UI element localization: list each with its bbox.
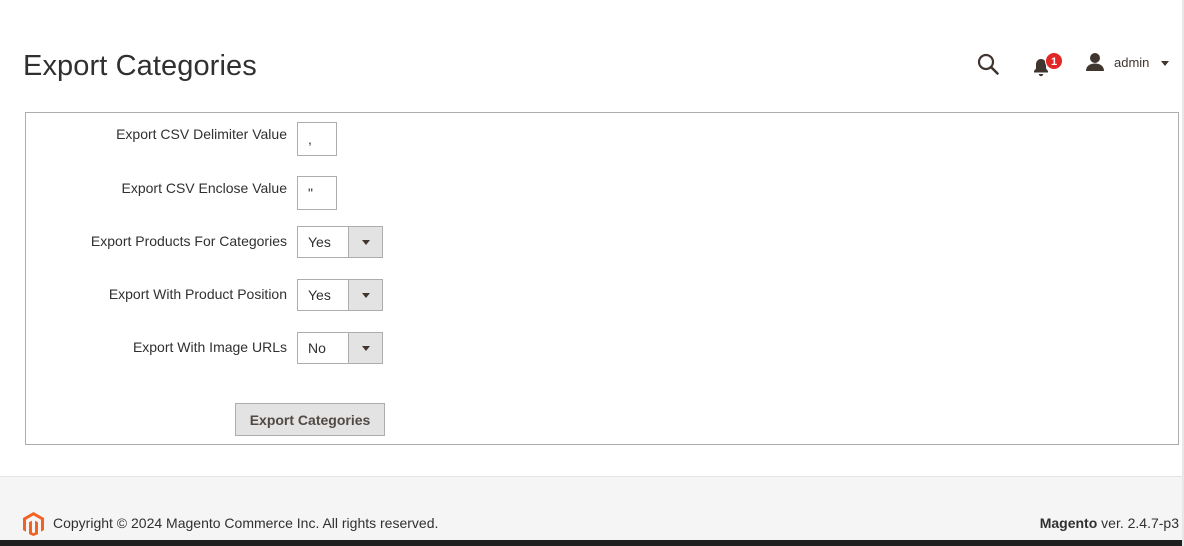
enclose-input[interactable]	[297, 176, 337, 210]
image-urls-label: Export With Image URLs	[132, 339, 287, 355]
product-position-label: Export With Product Position	[108, 286, 287, 302]
user-icon	[1086, 53, 1104, 71]
select-toggle[interactable]	[348, 227, 382, 257]
export-form-panel: Export CSV Delimiter Value Export CSV En…	[25, 112, 1179, 445]
chevron-down-icon	[362, 240, 370, 245]
select-value: No	[308, 340, 326, 356]
field-row-delimiter: Export CSV Delimiter Value	[26, 118, 1178, 156]
field-row-image-urls: Export With Image URLs No	[26, 331, 1178, 365]
select-toggle[interactable]	[348, 333, 382, 363]
field-row-enclose: Export CSV Enclose Value	[26, 172, 1178, 210]
select-value: Yes	[308, 234, 331, 250]
export-categories-button[interactable]: Export Categories	[235, 403, 385, 436]
page: Export Categories 1 admin Export CSV Del…	[0, 0, 1184, 546]
footer: Copyright © 2024 Magento Commerce Inc. A…	[0, 476, 1184, 540]
enclose-label: Export CSV Enclose Value	[121, 180, 288, 196]
products-for-categories-label: Export Products For Categories	[90, 233, 287, 249]
field-row-product-position: Export With Product Position Yes	[26, 278, 1178, 312]
delimiter-label: Export CSV Delimiter Value	[116, 126, 287, 142]
version-text: Magento ver. 2.4.7-p3	[1040, 515, 1179, 531]
notification-count-badge: 1	[1045, 52, 1063, 70]
bottom-bar	[0, 540, 1184, 546]
product-position-select[interactable]: Yes	[297, 279, 383, 311]
magento-logo-icon[interactable]	[23, 512, 44, 536]
page-title: Export Categories	[23, 50, 257, 82]
chevron-down-icon	[1161, 61, 1169, 66]
search-icon[interactable]	[976, 52, 1000, 76]
delimiter-input[interactable]	[297, 122, 337, 156]
select-value: Yes	[308, 287, 331, 303]
image-urls-select[interactable]: No	[297, 332, 383, 364]
brand-name: Magento	[1039, 515, 1098, 531]
chevron-down-icon	[362, 293, 370, 298]
user-name: admin	[1114, 55, 1150, 70]
copyright-text: Copyright © 2024 Magento Commerce Inc. A…	[53, 515, 439, 531]
version-number: ver. 2.4.7-p3	[1097, 515, 1179, 531]
products-for-categories-select[interactable]: Yes	[297, 226, 383, 258]
field-row-products-for-categories: Export Products For Categories Yes	[26, 225, 1178, 259]
chevron-down-icon	[362, 346, 370, 351]
select-toggle[interactable]	[348, 280, 382, 310]
notifications-button[interactable]: 1	[1032, 52, 1063, 78]
